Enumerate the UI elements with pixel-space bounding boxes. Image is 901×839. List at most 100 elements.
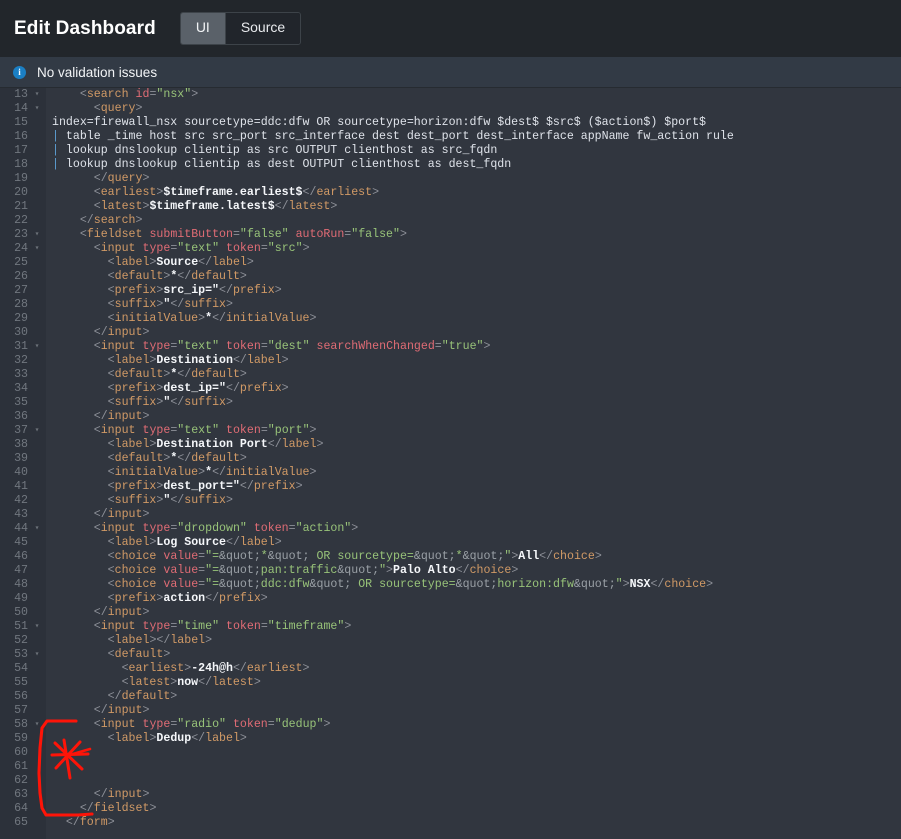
code-content[interactable]: </input>: [44, 606, 901, 620]
code-line[interactable]: 47 <choice value="=&quot;pan:traffic&quo…: [0, 564, 901, 578]
code-content[interactable]: <initialValue>*</initialValue>: [44, 466, 901, 480]
code-content[interactable]: <query>: [44, 102, 901, 116]
code-line[interactable]: 38 <label>Destination Port</label>: [0, 438, 901, 452]
code-line[interactable]: 26 <default>*</default>: [0, 270, 901, 284]
code-line[interactable]: 21 <latest>$timeframe.latest$</latest>: [0, 200, 901, 214]
code-line[interactable]: 62: [0, 774, 901, 788]
code-content[interactable]: <label>Destination</label>: [44, 354, 901, 368]
code-line[interactable]: 15 index=firewall_nsx sourcetype=ddc:dfw …: [0, 116, 901, 130]
code-content[interactable]: <latest>$timeframe.latest$</latest>: [44, 200, 901, 214]
code-line[interactable]: 24 ▾ <input type="text" token="src">: [0, 242, 901, 256]
code-line[interactable]: 44 ▾ <input type="dropdown" token="action…: [0, 522, 901, 536]
tab-ui[interactable]: UI: [180, 13, 225, 44]
code-line[interactable]: 52 <label></label>: [0, 634, 901, 648]
code-content[interactable]: <input type="text" token="port">: [44, 424, 901, 438]
code-content[interactable]: </default>: [44, 690, 901, 704]
tab-source[interactable]: Source: [224, 13, 301, 44]
code-line[interactable]: 34 <prefix>dest_ip="</prefix>: [0, 382, 901, 396]
code-line[interactable]: 55 <latest>now</latest>: [0, 676, 901, 690]
code-content[interactable]: <input type="text" token="src">: [44, 242, 901, 256]
code-content[interactable]: <choice value="=&quot;*&quot; OR sourcet…: [44, 550, 901, 564]
code-content[interactable]: </input>: [44, 410, 901, 424]
code-line[interactable]: 64 </fieldset>: [0, 802, 901, 816]
code-content[interactable]: <prefix>src_ip="</prefix>: [44, 284, 901, 298]
code-content[interactable]: <latest>now</latest>: [44, 676, 901, 690]
code-content[interactable]: <suffix>"</suffix>: [44, 298, 901, 312]
code-content[interactable]: <default>: [44, 648, 901, 662]
code-line[interactable]: 25 <label>Source</label>: [0, 256, 901, 270]
fold-toggle-icon[interactable]: ▾: [30, 648, 44, 662]
code-line[interactable]: 48 <choice value="=&quot;ddc:dfw&quot; O…: [0, 578, 901, 592]
fold-toggle-icon[interactable]: ▾: [30, 522, 44, 536]
code-line[interactable]: 57 </input>: [0, 704, 901, 718]
code-content[interactable]: <suffix>"</suffix>: [44, 494, 901, 508]
code-content[interactable]: <label></label>: [44, 634, 901, 648]
code-content[interactable]: <label>Dedup</label>: [44, 732, 901, 746]
code-line[interactable]: 35 <suffix>"</suffix>: [0, 396, 901, 410]
code-lines-container[interactable]: 13 ▾ <search id="nsx"> 14 ▾ <query> 15 index=…: [0, 88, 901, 830]
code-line[interactable]: 17 | lookup dnslookup clientip as src OUT…: [0, 144, 901, 158]
code-line[interactable]: 50 </input>: [0, 606, 901, 620]
code-content[interactable]: <choice value="=&quot;ddc:dfw&quot; OR s…: [44, 578, 901, 592]
code-content[interactable]: <fieldset submitButton="false" autoRun="…: [44, 228, 901, 242]
code-content[interactable]: <prefix>dest_port="</prefix>: [44, 480, 901, 494]
code-content[interactable]: </fieldset>: [44, 802, 901, 816]
code-content[interactable]: <earliest>$timeframe.earliest$</earliest…: [44, 186, 901, 200]
code-line[interactable]: 59 <label>Dedup</label>: [0, 732, 901, 746]
code-line[interactable]: 16 | table _time host src src_port src_in…: [0, 130, 901, 144]
code-line[interactable]: 61: [0, 760, 901, 774]
code-content[interactable]: | lookup dnslookup clientip as src OUTPU…: [44, 144, 901, 158]
code-line[interactable]: 46 <choice value="=&quot;*&quot; OR sour…: [0, 550, 901, 564]
code-line[interactable]: 63 </input>: [0, 788, 901, 802]
fold-toggle-icon[interactable]: ▾: [30, 718, 44, 732]
code-line[interactable]: 36 </input>: [0, 410, 901, 424]
code-content[interactable]: [44, 746, 901, 760]
code-content[interactable]: <label>Log Source</label>: [44, 536, 901, 550]
code-line[interactable]: 14 ▾ <query>: [0, 102, 901, 116]
code-content[interactable]: <input type="time" token="timeframe">: [44, 620, 901, 634]
code-content[interactable]: </form>: [44, 816, 901, 830]
fold-toggle-icon[interactable]: ▾: [30, 424, 44, 438]
code-line[interactable]: 40 <initialValue>*</initialValue>: [0, 466, 901, 480]
code-content[interactable]: | table _time host src src_port src_inte…: [44, 130, 901, 144]
fold-toggle-icon[interactable]: ▾: [30, 620, 44, 634]
fold-toggle-icon[interactable]: ▾: [30, 340, 44, 354]
source-code-editor[interactable]: 13 ▾ <search id="nsx"> 14 ▾ <query> 15 index=…: [0, 88, 901, 839]
code-content[interactable]: <initialValue>*</initialValue>: [44, 312, 901, 326]
code-content[interactable]: </search>: [44, 214, 901, 228]
code-content[interactable]: <default>*</default>: [44, 452, 901, 466]
fold-toggle-icon[interactable]: ▾: [30, 242, 44, 256]
code-content[interactable]: <prefix>action</prefix>: [44, 592, 901, 606]
code-line[interactable]: 20 <earliest>$timeframe.earliest$</earli…: [0, 186, 901, 200]
code-line[interactable]: 43 </input>: [0, 508, 901, 522]
fold-toggle-icon[interactable]: ▾: [30, 228, 44, 242]
fold-toggle-icon[interactable]: ▾: [30, 88, 44, 102]
code-line[interactable]: 58 ▾ <input type="radio" token="dedup">: [0, 718, 901, 732]
code-content[interactable]: <earliest>-24h@h</earliest>: [44, 662, 901, 676]
code-content[interactable]: <choice value="=&quot;pan:traffic&quot;"…: [44, 564, 901, 578]
code-line[interactable]: 32 <label>Destination</label>: [0, 354, 901, 368]
code-line[interactable]: 29 <initialValue>*</initialValue>: [0, 312, 901, 326]
code-content[interactable]: <label>Destination Port</label>: [44, 438, 901, 452]
code-line[interactable]: 19 </query>: [0, 172, 901, 186]
code-content[interactable]: | lookup dnslookup clientip as dest OUTP…: [44, 158, 901, 172]
code-line[interactable]: 18 | lookup dnslookup clientip as dest OU…: [0, 158, 901, 172]
code-content[interactable]: </input>: [44, 788, 901, 802]
code-line[interactable]: 31 ▾ <input type="text" token="dest" sear…: [0, 340, 901, 354]
code-line[interactable]: 13 ▾ <search id="nsx">: [0, 88, 901, 102]
code-content[interactable]: index=firewall_nsx sourcetype=ddc:dfw OR…: [44, 116, 901, 130]
code-line[interactable]: 42 <suffix>"</suffix>: [0, 494, 901, 508]
code-content[interactable]: <default>*</default>: [44, 270, 901, 284]
code-content[interactable]: </query>: [44, 172, 901, 186]
code-line[interactable]: 54 <earliest>-24h@h</earliest>: [0, 662, 901, 676]
code-line[interactable]: 51 ▾ <input type="time" token="timeframe"…: [0, 620, 901, 634]
code-line[interactable]: 65 </form>: [0, 816, 901, 830]
code-line[interactable]: 41 <prefix>dest_port="</prefix>: [0, 480, 901, 494]
code-line[interactable]: 33 <default>*</default>: [0, 368, 901, 382]
code-line[interactable]: 22 </search>: [0, 214, 901, 228]
code-content[interactable]: <input type="dropdown" token="action">: [44, 522, 901, 536]
code-line[interactable]: 27 <prefix>src_ip="</prefix>: [0, 284, 901, 298]
code-line[interactable]: 56 </default>: [0, 690, 901, 704]
code-line[interactable]: 37 ▾ <input type="text" token="port">: [0, 424, 901, 438]
code-content[interactable]: [44, 760, 901, 774]
